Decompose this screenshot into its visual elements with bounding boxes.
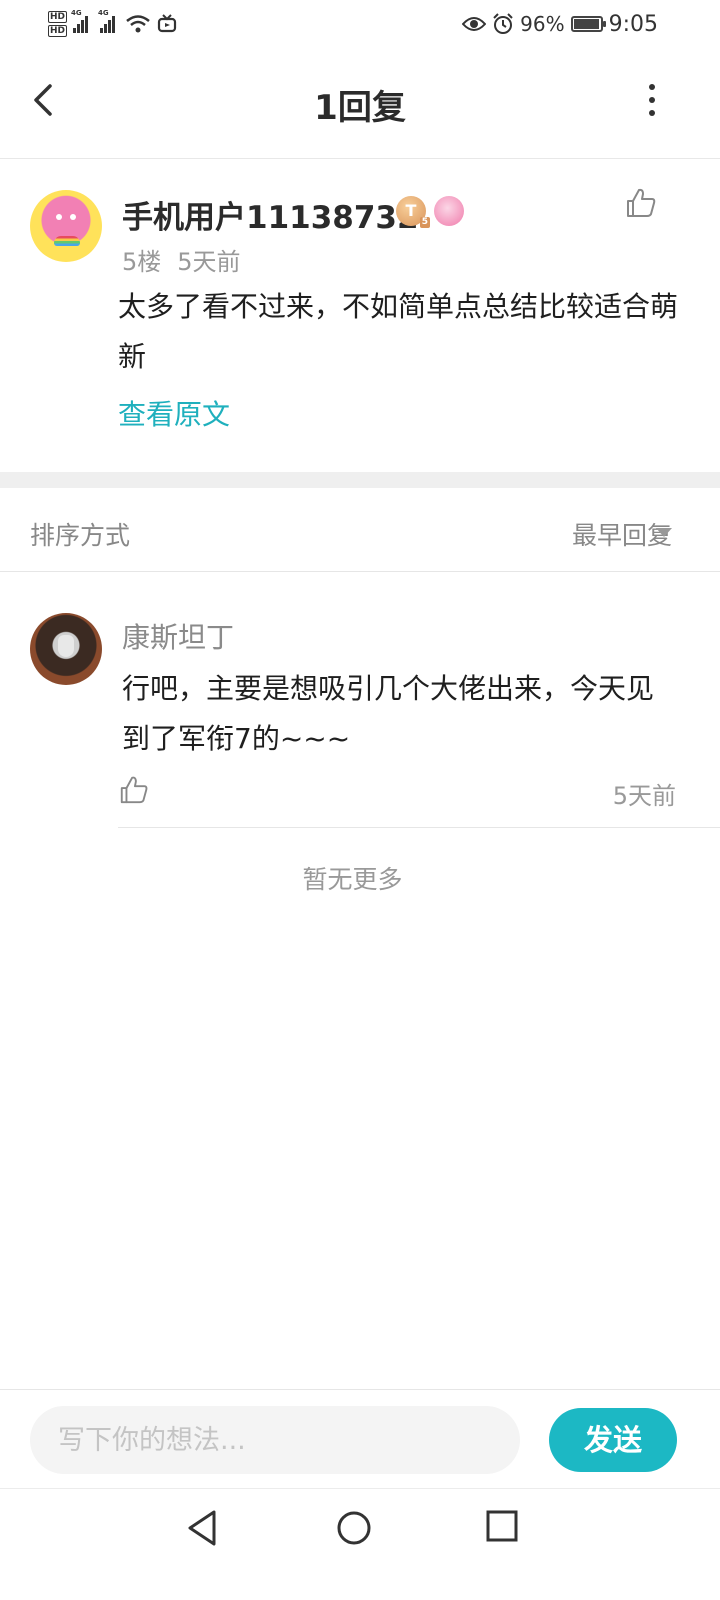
thumbs-up-icon[interactable] — [624, 186, 658, 220]
reply-avatar[interactable] — [30, 613, 102, 685]
avatar[interactable] — [30, 190, 102, 262]
post-username[interactable]: 手机用户11138732 — [122, 192, 419, 237]
reply-username[interactable]: 康斯坦丁 — [122, 616, 234, 656]
eye-icon — [462, 17, 487, 31]
battery-fill — [573, 19, 599, 29]
badge-letter: T — [405, 201, 417, 220]
divider — [118, 827, 720, 828]
post-time: 5天前 — [177, 248, 241, 276]
tv-icon — [157, 14, 177, 33]
signal-1-icon: 4G — [71, 9, 89, 33]
caret-down-icon[interactable] — [656, 528, 672, 537]
no-more-text: 暂无更多 — [302, 865, 403, 894]
network-1-label: 4G — [71, 9, 82, 17]
battery-percent: 96% — [520, 12, 565, 36]
signal-2-icon: 4G — [98, 9, 116, 33]
view-original-link[interactable]: 查看原文 — [118, 393, 230, 433]
back-arrow-icon[interactable] — [22, 78, 66, 122]
nav-home-icon[interactable] — [336, 1510, 372, 1546]
hd-indicators: HD HD — [48, 11, 68, 37]
post-meta: 5楼 5天前 — [122, 242, 241, 277]
network-2-label: 4G — [98, 9, 109, 17]
alarm-icon — [493, 13, 513, 34]
reply-content: 行吧，主要是想吸引几个大佬出来，今天见到了军衔7的~~~ — [122, 672, 655, 755]
floor-number: 5楼 — [122, 248, 162, 276]
nav-back-icon[interactable] — [184, 1508, 220, 1548]
battery-icon — [570, 16, 606, 32]
hd-bottom-icon: HD — [48, 25, 68, 37]
section-divider — [0, 472, 720, 488]
clock: 9:05 — [608, 11, 658, 37]
sort-label: 排序方式 — [30, 521, 131, 550]
reply-thumbs-up-icon[interactable] — [118, 774, 150, 806]
reply-time: 5天前 — [612, 782, 676, 810]
nav-recent-apps-icon[interactable] — [486, 1510, 518, 1542]
divider — [0, 1488, 720, 1489]
top-app-bar: 1回复 — [0, 48, 720, 159]
status-right: 96% 9:05 — [462, 8, 658, 40]
comment-input[interactable] — [30, 1406, 520, 1474]
post-content: 太多了看不过来，不如简单点总结比较适合萌新 — [118, 290, 679, 373]
send-button[interactable]: 发送 — [549, 1408, 677, 1472]
divider — [0, 571, 720, 572]
page-title: 1回复 — [314, 88, 406, 128]
hd-top-icon: HD — [48, 11, 68, 23]
status-left: HD HD 4G 4G — [48, 4, 177, 44]
wifi-icon — [126, 15, 150, 33]
status-bar: HD HD 4G 4G 96% 9:05 — [0, 0, 720, 48]
more-options-icon[interactable] — [640, 78, 664, 122]
divider — [0, 1389, 720, 1390]
medal-badge-icon — [434, 196, 464, 226]
badge-level: 5 — [419, 217, 430, 228]
level-badge-icon: T 5 — [396, 196, 430, 228]
